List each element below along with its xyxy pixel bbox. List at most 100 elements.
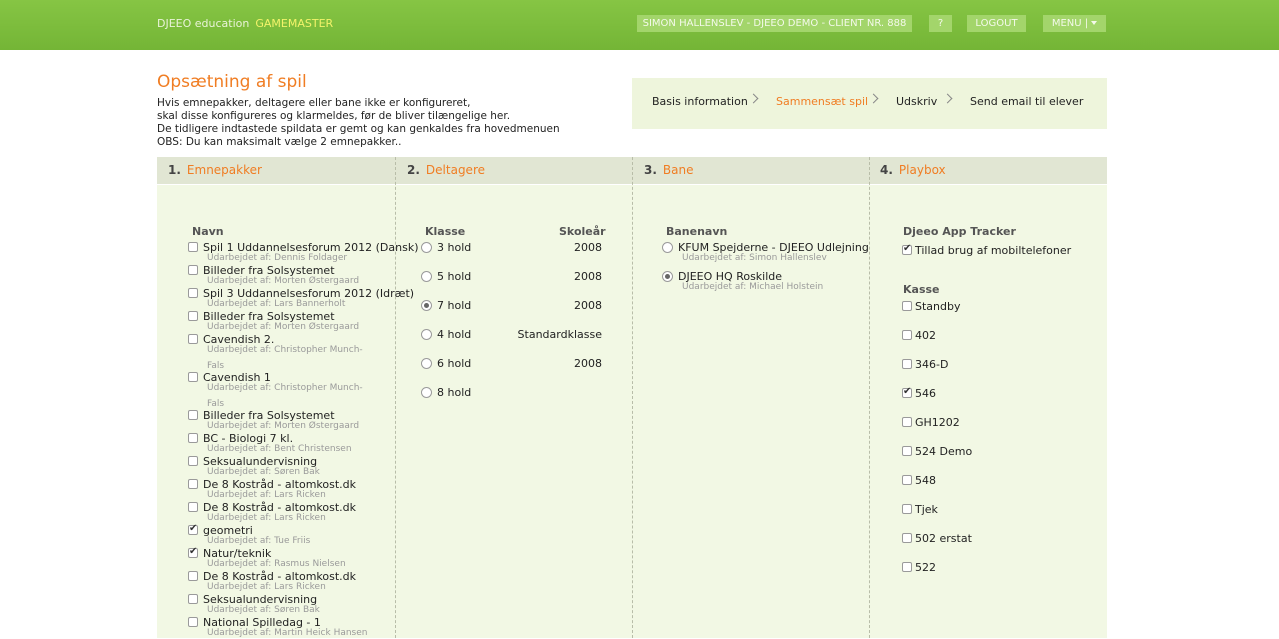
emnepakke-checkbox[interactable] bbox=[188, 372, 198, 382]
emnepakke-checkbox[interactable] bbox=[188, 456, 198, 466]
intro-line: Hvis emnepakker, deltagere eller bane ik… bbox=[157, 97, 471, 109]
setup-panel: 1. Emnepakker 2. Deltagere 3. Bane 4. Playbo… bbox=[157, 157, 1107, 638]
logout-button[interactable]: LOGOUT bbox=[967, 15, 1026, 32]
emnepakke-author: Udarbejdet af: Rasmus Nielsen bbox=[207, 559, 346, 569]
deltager-radio[interactable] bbox=[421, 329, 432, 340]
deltager-radio[interactable] bbox=[421, 358, 432, 369]
emnepakke-checkbox[interactable] bbox=[188, 410, 198, 420]
emnepakke-checkbox[interactable] bbox=[188, 617, 198, 627]
deltager-radio[interactable] bbox=[421, 242, 432, 253]
emnepakke-checkbox[interactable] bbox=[188, 311, 198, 321]
user-button[interactable]: SIMON HALLENSLEV - DJEEO DEMO - CLIENT N… bbox=[637, 15, 912, 32]
emnepakke-checkbox[interactable] bbox=[188, 523, 198, 535]
deltager-radio[interactable] bbox=[421, 300, 432, 311]
step-basis-information[interactable]: Basis information bbox=[652, 95, 748, 108]
kasse-checkbox[interactable] bbox=[902, 330, 912, 340]
emnepakke-checkbox[interactable] bbox=[188, 265, 198, 275]
chevron-right-icon bbox=[942, 93, 953, 104]
kasse-header: Kasse bbox=[903, 283, 940, 296]
emnepakke-checkbox[interactable] bbox=[188, 594, 198, 604]
deltager-radio[interactable] bbox=[421, 271, 432, 282]
bane-radio[interactable] bbox=[662, 271, 673, 282]
kasse-checkbox[interactable] bbox=[902, 301, 912, 311]
deltager-year: 2008 bbox=[574, 270, 602, 283]
col-title-bane: 3. Bane bbox=[644, 163, 694, 177]
kasse-checkbox[interactable] bbox=[902, 504, 912, 514]
emnepakke-author: Udarbejdet af: Christopher Munch- bbox=[207, 383, 363, 393]
emnepakke-author: Udarbejdet af: Morten Østergaard bbox=[207, 322, 360, 332]
help-button[interactable]: ? bbox=[929, 15, 952, 32]
kasse-name: 546 bbox=[915, 387, 936, 400]
intro-line: skal disse konfigureres og klarmeldes, f… bbox=[157, 110, 511, 122]
bane-author: Udarbejdet af: Simon Hallenslev bbox=[682, 253, 827, 263]
deltager-name: 4 hold bbox=[437, 328, 472, 341]
deltager-radio[interactable] bbox=[421, 387, 432, 398]
deltager-year: 2008 bbox=[574, 299, 602, 312]
intro-line: OBS: Du kan maksimalt vælge 2 emnepakker… bbox=[157, 136, 402, 148]
kasse-checkbox[interactable] bbox=[902, 446, 912, 456]
kasse-checkbox[interactable] bbox=[902, 386, 912, 398]
deltager-year: 2008 bbox=[574, 241, 602, 254]
deltager-name: 7 hold bbox=[437, 299, 472, 312]
deltager-year: 2008 bbox=[574, 357, 602, 370]
deltager-name: 5 hold bbox=[437, 270, 472, 283]
wizard-steps: Basis information Sammensæt spil Udskriv… bbox=[632, 78, 1107, 129]
emnepakke-author: Udarbejdet af: Christopher Munch- bbox=[207, 345, 363, 355]
tracker-label: Tillad brug af mobiltelefoner bbox=[915, 244, 1072, 257]
col-title-playbox: 4. Playbox bbox=[880, 163, 946, 177]
top-bar: DJEEO education GAMEMASTER SIMON HALLENSL… bbox=[0, 0, 1279, 50]
kasse-checkbox[interactable] bbox=[902, 562, 912, 572]
step-send-email[interactable]: Send email til elever bbox=[970, 95, 1083, 108]
deltagere-class-header: Klasse bbox=[425, 225, 466, 238]
kasse-name: 522 bbox=[915, 561, 936, 574]
emnepakke-checkbox[interactable] bbox=[188, 571, 198, 581]
emnepakke-checkbox[interactable] bbox=[188, 479, 198, 489]
role-label: GAMEMASTER bbox=[255, 17, 334, 30]
tracker-checkbox[interactable] bbox=[902, 243, 912, 255]
deltager-name: 6 hold bbox=[437, 357, 472, 370]
emnepakke-checkbox[interactable] bbox=[188, 502, 198, 512]
emnepakke-author: Udarbejdet af: Søren Bak bbox=[207, 467, 320, 477]
emnepakke-checkbox[interactable] bbox=[188, 242, 198, 252]
deltager-year: Standardklasse bbox=[517, 328, 602, 341]
kasse-name: GH1202 bbox=[915, 416, 960, 429]
tracker-header: Djeeo App Tracker bbox=[903, 225, 1016, 238]
kasse-name: 502 erstat bbox=[915, 532, 972, 545]
chevron-right-icon bbox=[748, 93, 759, 104]
deltager-name: 3 hold bbox=[437, 241, 472, 254]
step-sammensaet-spil[interactable]: Sammensæt spil bbox=[776, 95, 868, 108]
brand-name: DJEEO education bbox=[157, 17, 250, 30]
emnepakke-author: Udarbejdet af: Tue Friis bbox=[207, 536, 311, 546]
kasse-checkbox[interactable] bbox=[902, 533, 912, 543]
kasse-name: Tjek bbox=[915, 503, 938, 516]
emnepakke-author: Udarbejdet af: Dennis Foldager bbox=[207, 253, 348, 263]
emnepakke-checkbox[interactable] bbox=[188, 288, 198, 298]
bane-radio[interactable] bbox=[662, 242, 673, 253]
brand: DJEEO education GAMEMASTER bbox=[157, 17, 333, 30]
deltager-name: 8 hold bbox=[437, 386, 472, 399]
column-divider bbox=[869, 157, 870, 638]
emnepakke-author: Udarbejdet af: Morten Østergaard bbox=[207, 276, 360, 286]
emnepakke-checkbox[interactable] bbox=[188, 433, 198, 443]
emnepakke-author: Udarbejdet af: Søren Bak bbox=[207, 605, 320, 615]
kasse-name: 524 Demo bbox=[915, 445, 973, 458]
column-divider bbox=[395, 157, 396, 638]
column-divider bbox=[632, 157, 633, 638]
kasse-checkbox[interactable] bbox=[902, 475, 912, 485]
kasse-name: Standby bbox=[915, 300, 961, 313]
menu-button[interactable]: MENU | bbox=[1043, 15, 1106, 32]
emnepakke-checkbox[interactable] bbox=[188, 334, 198, 344]
emnepakke-author: Udarbejdet af: Bent Christensen bbox=[207, 444, 352, 454]
intro-text: Hvis emnepakker, deltagere eller bane ik… bbox=[157, 97, 627, 149]
col-title-emnepakker: 1. Emnepakker bbox=[168, 163, 262, 177]
emnepakke-author: Udarbejdet af: Morten Østergaard bbox=[207, 421, 360, 431]
kasse-name: 548 bbox=[915, 474, 936, 487]
emnepakke-checkbox[interactable] bbox=[188, 546, 198, 558]
kasse-checkbox[interactable] bbox=[902, 417, 912, 427]
kasse-name: 402 bbox=[915, 329, 936, 342]
bane-author: Udarbejdet af: Michael Holstein bbox=[682, 282, 824, 292]
kasse-name: 346-D bbox=[915, 358, 949, 371]
step-udskriv[interactable]: Udskriv bbox=[896, 95, 937, 108]
intro-line: De tidligere indtastede spildata er gemt… bbox=[157, 123, 560, 135]
kasse-checkbox[interactable] bbox=[902, 359, 912, 369]
